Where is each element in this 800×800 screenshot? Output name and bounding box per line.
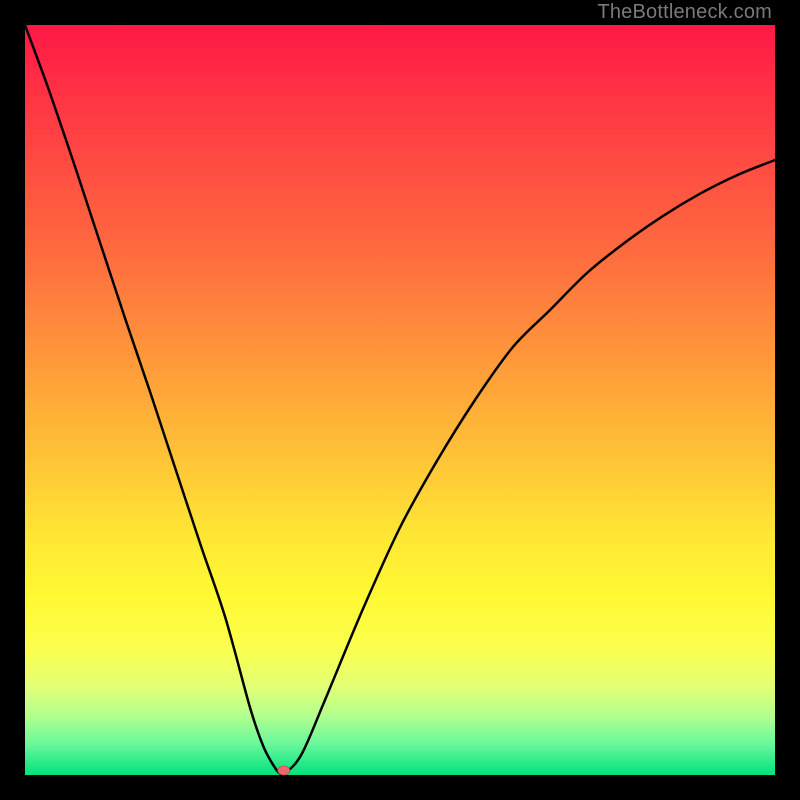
chart-plot-area xyxy=(25,25,775,775)
chart-frame: TheBottleneck.com xyxy=(0,0,800,800)
watermark-text: TheBottleneck.com xyxy=(597,1,772,24)
